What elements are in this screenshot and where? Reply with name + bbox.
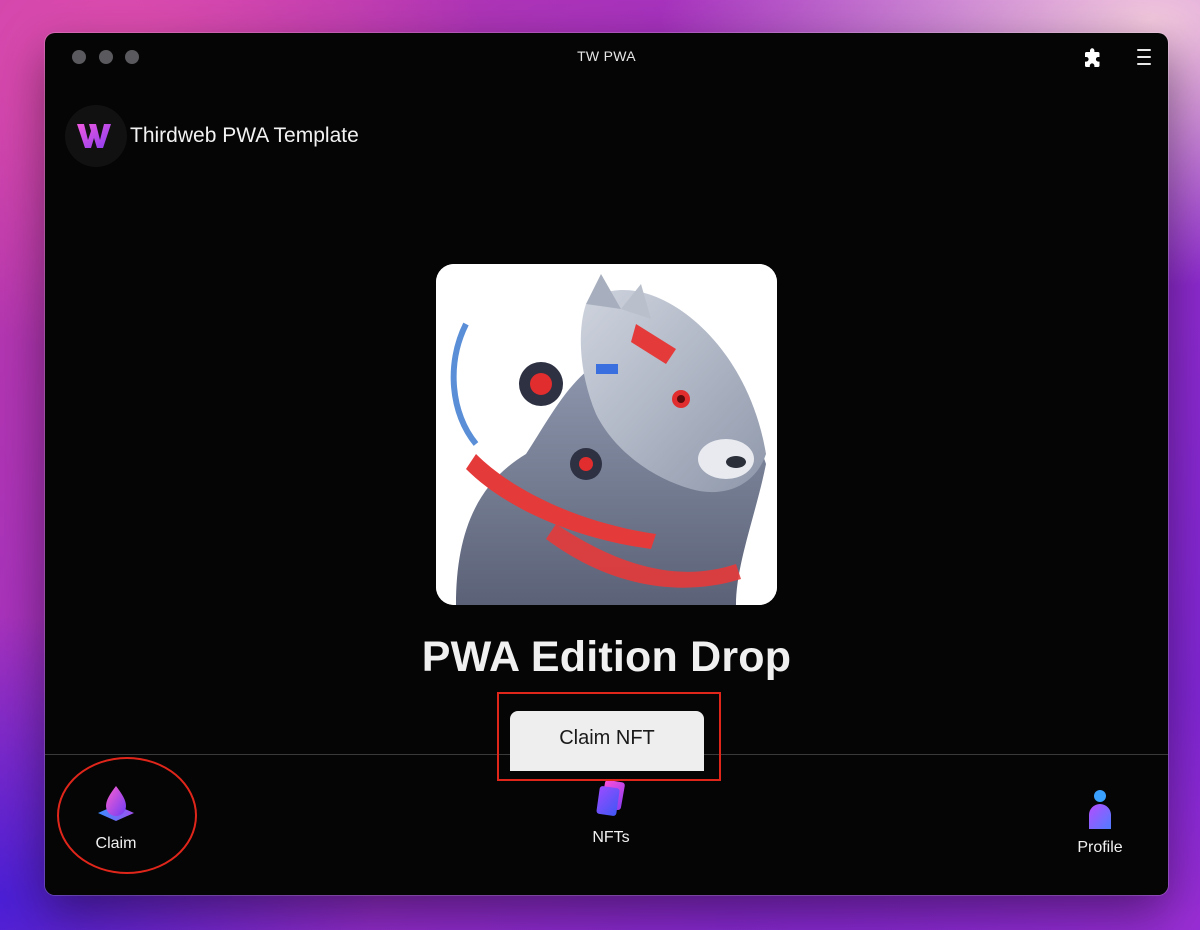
claim-nft-button[interactable]: Claim NFT bbox=[510, 711, 704, 771]
bottom-navigation: Claim NFTs Profile bbox=[45, 754, 1168, 895]
nav-claim[interactable]: Claim bbox=[83, 783, 149, 853]
puzzle-icon[interactable] bbox=[1081, 47, 1105, 71]
brand-name: Thirdweb PWA Template bbox=[130, 124, 359, 147]
brand-header[interactable]: Thirdweb PWA Template bbox=[65, 105, 359, 167]
nav-nfts-label: NFTs bbox=[592, 829, 630, 846]
nav-claim-label: Claim bbox=[95, 835, 137, 852]
nav-nfts[interactable]: NFTs bbox=[578, 777, 644, 847]
app-window: TW PWA Thirdweb PWA Template PWA Edition… bbox=[45, 33, 1168, 895]
title-bar: TW PWA bbox=[45, 33, 1168, 81]
nav-profile-label: Profile bbox=[1077, 839, 1123, 856]
nft-image bbox=[436, 264, 777, 605]
nft-cards-icon bbox=[596, 779, 625, 816]
window-title: TW PWA bbox=[577, 48, 636, 64]
claim-drop-icon bbox=[98, 786, 134, 821]
nav-profile[interactable]: Profile bbox=[1067, 789, 1133, 857]
menu-icon[interactable] bbox=[1137, 49, 1151, 67]
nft-title: PWA Edition Drop bbox=[421, 633, 792, 681]
profile-person-icon bbox=[1089, 790, 1111, 829]
thirdweb-w-logo-icon bbox=[65, 105, 127, 167]
panther-robot-artwork bbox=[436, 264, 777, 605]
